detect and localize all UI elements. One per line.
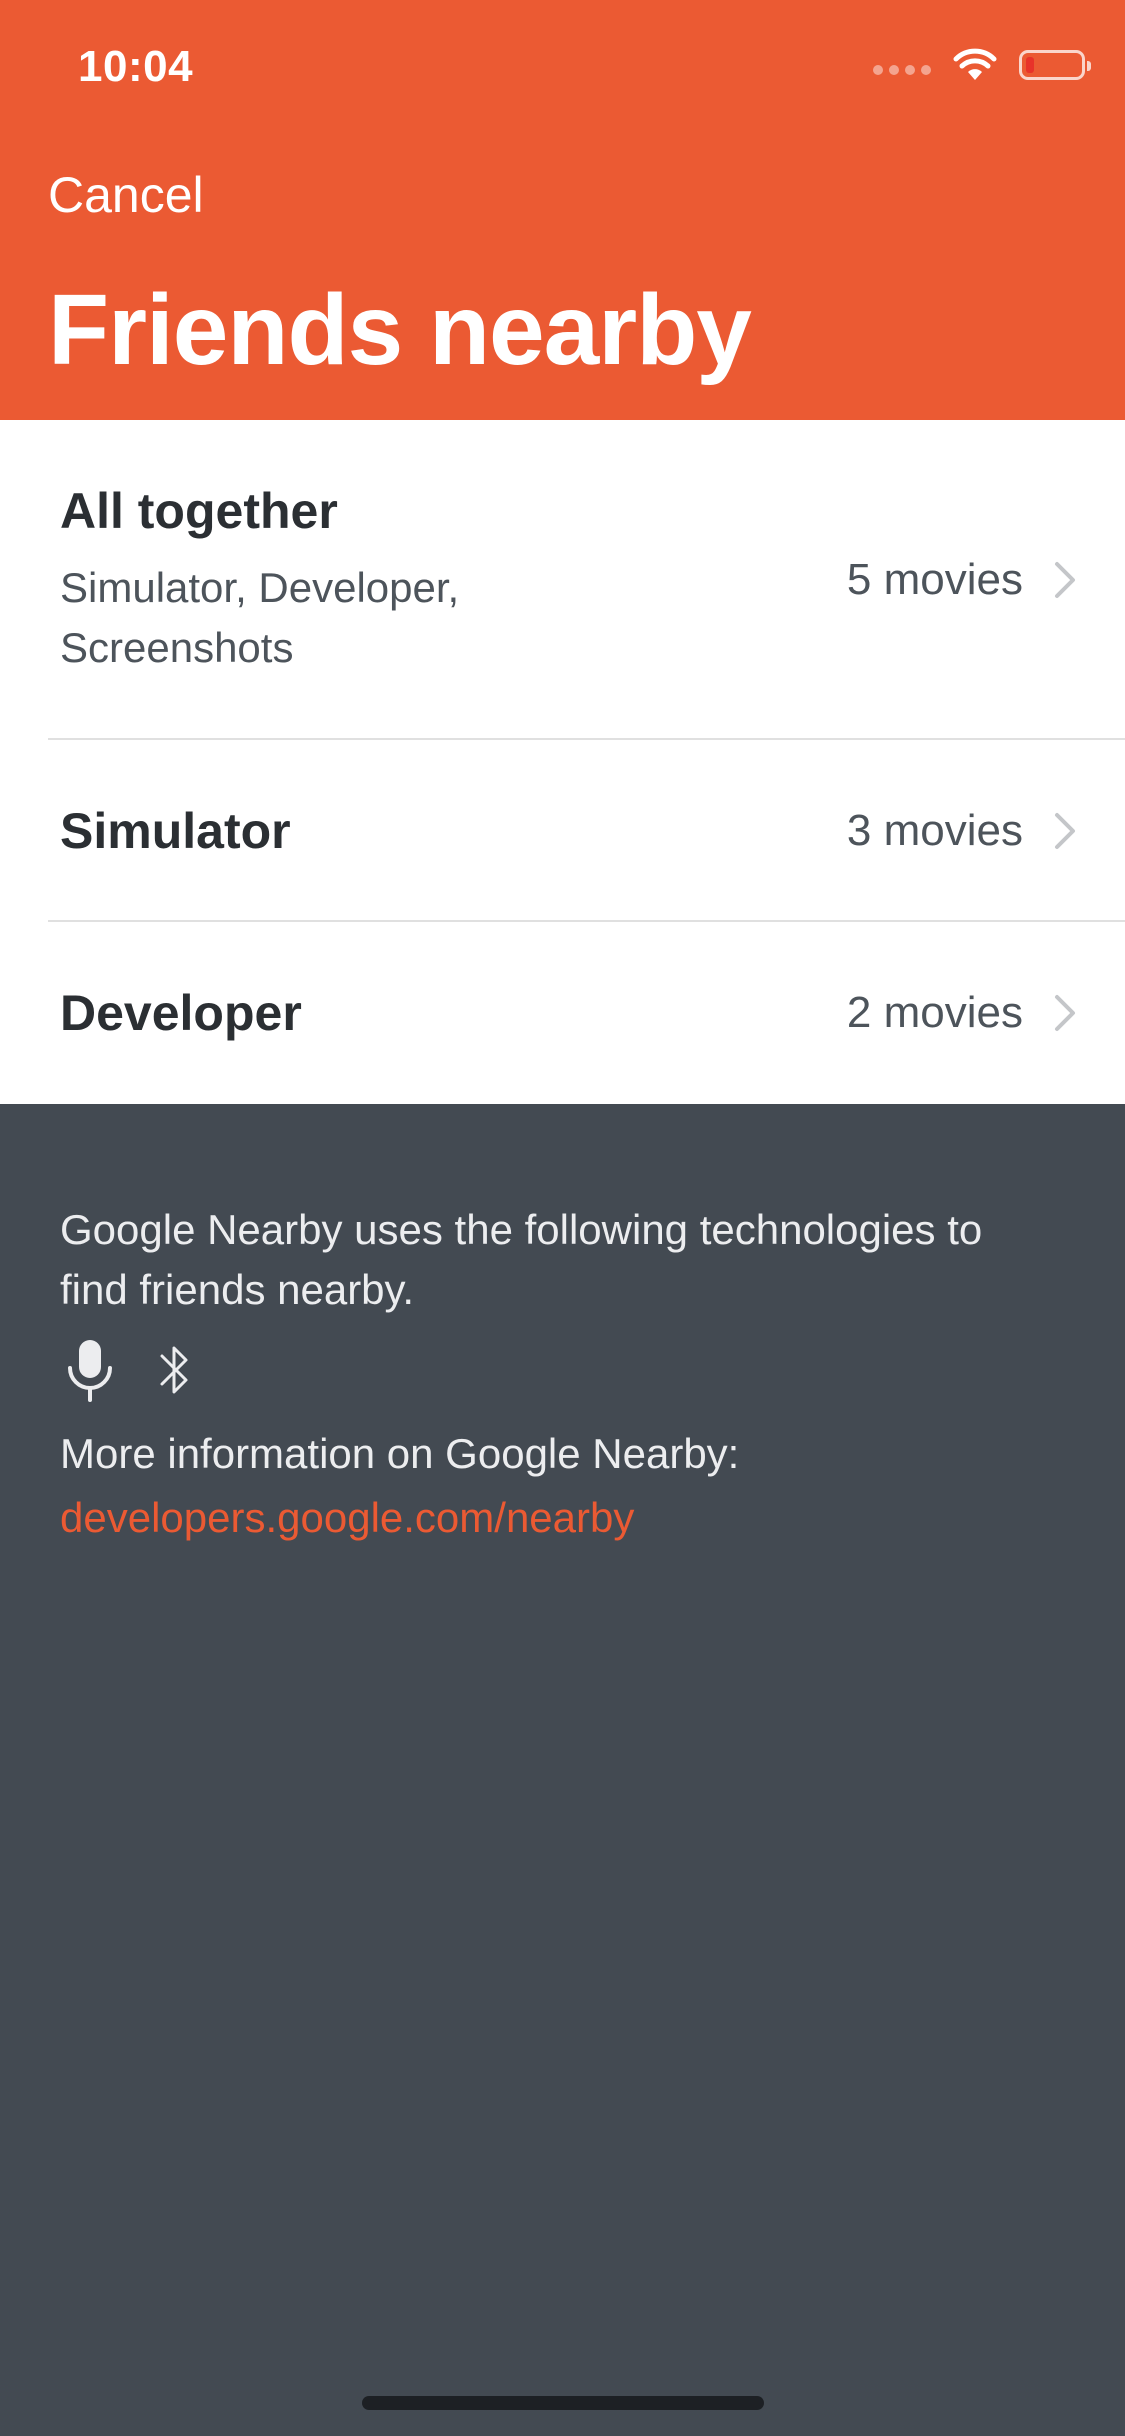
microphone-icon	[68, 1340, 112, 1402]
bluetooth-icon	[160, 1346, 188, 1394]
battery-icon	[1019, 50, 1091, 80]
page-title: Friends nearby	[48, 274, 752, 386]
list-item-accessory: 2 movies	[847, 988, 1077, 1038]
list-item-accessory: 5 movies	[847, 555, 1077, 605]
technology-icons	[64, 1338, 192, 1402]
movie-count: 3 movies	[846, 806, 1023, 855]
nearby-info-link[interactable]: developers.google.com/nearby	[60, 1488, 634, 1548]
list-item-name: Simulator	[60, 803, 291, 859]
more-information-label: More information on Google Nearby:	[60, 1430, 740, 1477]
chevron-right-icon	[1055, 562, 1075, 598]
list-item-name: All together	[60, 483, 338, 539]
list-item-simulator[interactable]: Simulator 3 movies	[0, 740, 1125, 922]
list-item-developer[interactable]: Developer 2 movies	[0, 922, 1125, 1104]
list-item-subtitle: Simulator, Developer, Screenshots	[60, 564, 460, 671]
status-time: 10:04	[78, 42, 194, 91]
chevron-right-icon	[1055, 995, 1075, 1031]
movie-count: 2 movies	[846, 988, 1023, 1037]
list-item-name: Developer	[60, 985, 302, 1041]
movie-count: 5 movies	[846, 555, 1023, 604]
home-indicator[interactable]	[362, 2396, 764, 2410]
navigation-header: 10:04 Cancel Friends nearby	[0, 0, 1125, 420]
list-item-accessory: 3 movies	[847, 806, 1077, 856]
status-icons	[873, 48, 1091, 82]
chevron-right-icon	[1055, 813, 1075, 849]
nearby-description: Google Nearby uses the following technol…	[60, 1206, 983, 1313]
friends-list: All together Simulator, Developer, Scree…	[0, 420, 1125, 1104]
list-item-all-together[interactable]: All together Simulator, Developer, Scree…	[0, 420, 1125, 740]
cancel-button[interactable]: Cancel	[48, 166, 204, 224]
wifi-icon	[953, 48, 997, 80]
list-item-text: All together Simulator, Developer, Scree…	[60, 482, 620, 678]
cellular-signal-icon	[873, 65, 931, 75]
